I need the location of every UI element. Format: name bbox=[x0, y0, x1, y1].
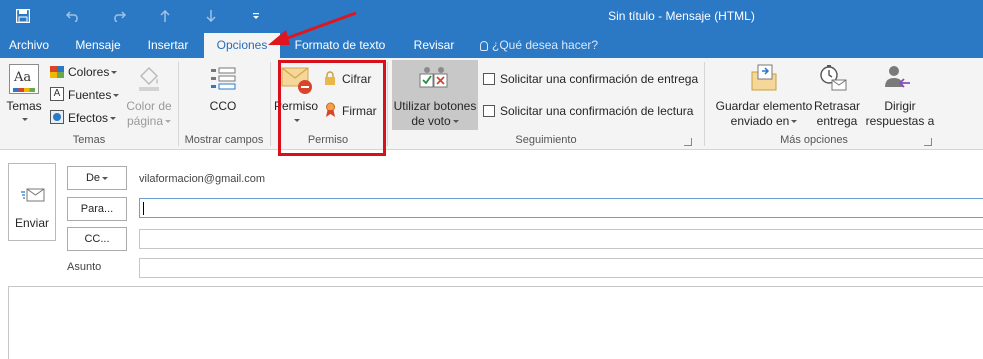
send-envelope-icon bbox=[21, 186, 45, 206]
dirigir-label-1: Dirigir bbox=[884, 99, 916, 113]
effects-icon bbox=[50, 110, 64, 124]
text-cursor bbox=[143, 202, 144, 215]
send-label: Enviar bbox=[14, 216, 49, 230]
tell-me-box[interactable]: ¿Qué desea hacer? bbox=[480, 32, 600, 58]
entrega-checkbox-box[interactable] bbox=[483, 73, 495, 85]
chevron-down-icon bbox=[22, 118, 28, 122]
group-label-temas: Temas bbox=[72, 134, 106, 146]
group-label-mostrar-campos: Mostrar campos bbox=[184, 134, 264, 146]
annotation-arrow-icon bbox=[268, 11, 357, 45]
chevron-down-icon bbox=[113, 94, 120, 98]
lightbulb-icon bbox=[480, 40, 488, 51]
from-label: De bbox=[85, 172, 101, 184]
guardar-label-1: Guardar elemento bbox=[715, 99, 813, 113]
voto-label-1: Utilizar botones bbox=[393, 99, 477, 113]
colors-icon bbox=[50, 66, 64, 78]
lectura-checkbox-box[interactable] bbox=[483, 105, 495, 117]
cco-label: CCO bbox=[209, 99, 237, 113]
retrasar-label-2: entrega bbox=[816, 114, 858, 128]
message-body[interactable] bbox=[8, 286, 983, 359]
colores-label: Colores bbox=[68, 65, 110, 79]
seguimiento-dialog-launcher-icon[interactable] bbox=[684, 138, 692, 146]
fuentes-label: Fuentes bbox=[68, 88, 112, 102]
chevron-down-icon bbox=[111, 71, 118, 75]
group-label-mas-opciones: Más opciones bbox=[780, 134, 848, 146]
retrasar-label-1: Retrasar bbox=[813, 99, 860, 113]
subject-field[interactable] bbox=[139, 258, 983, 278]
temas-label: Temas bbox=[6, 99, 42, 113]
tab-insertar[interactable]: Insertar bbox=[138, 32, 198, 58]
to-button[interactable]: Para... bbox=[67, 197, 127, 221]
dirigir-label-2: respuestas a bbox=[865, 114, 935, 128]
chevron-down-icon bbox=[165, 120, 172, 124]
bcc-icon bbox=[209, 66, 237, 92]
group-separator bbox=[387, 62, 388, 146]
fonts-icon: A bbox=[50, 87, 64, 101]
tab-mensaje[interactable]: Mensaje bbox=[66, 32, 130, 58]
cc-field[interactable] bbox=[139, 229, 983, 249]
person-reply-icon bbox=[882, 63, 912, 93]
voto-label-2: de voto bbox=[411, 114, 451, 128]
cc-button[interactable]: CC... bbox=[67, 227, 127, 251]
entrega-label: Solicitar una confirmación de entrega bbox=[500, 72, 699, 86]
voting-buttons-icon bbox=[418, 66, 450, 94]
lectura-label: Solicitar una confirmación de lectura bbox=[500, 104, 694, 118]
paint-bucket-icon bbox=[135, 64, 163, 92]
clock-envelope-icon bbox=[818, 63, 848, 93]
from-button[interactable]: De bbox=[67, 166, 127, 190]
utilizar-botones-de-voto-button[interactable]: Utilizar botones de voto bbox=[392, 60, 478, 130]
color-pagina-label-2: página bbox=[126, 114, 164, 128]
send-button[interactable]: Enviar bbox=[8, 163, 56, 241]
from-address: vilaformacion@gmail.com bbox=[139, 173, 266, 185]
to-field[interactable] bbox=[139, 198, 983, 218]
mas-opciones-dialog-launcher-icon[interactable] bbox=[924, 138, 932, 146]
chevron-down-icon bbox=[110, 117, 117, 121]
guardar-label-2: enviado en bbox=[730, 114, 790, 128]
themes-icon: Aa bbox=[9, 64, 39, 94]
efectos-label: Efectos bbox=[68, 111, 109, 125]
group-label-seguimiento: Seguimiento bbox=[515, 134, 577, 146]
tell-me-label: ¿Qué desea hacer? bbox=[492, 38, 599, 52]
save-sent-folder-icon bbox=[750, 63, 778, 93]
subject-label: Asunto bbox=[67, 261, 102, 273]
color-pagina-label-1: Color de bbox=[126, 99, 172, 113]
chevron-down-icon bbox=[791, 120, 798, 124]
chevron-down-icon bbox=[452, 120, 459, 124]
highlight-box-permiso bbox=[278, 60, 386, 156]
window-title: Sin título - Mensaje (HTML) bbox=[608, 9, 755, 23]
chevron-down-icon bbox=[102, 176, 109, 180]
tab-archivo[interactable]: Archivo bbox=[0, 32, 58, 58]
tab-revisar[interactable]: Revisar bbox=[404, 32, 464, 58]
